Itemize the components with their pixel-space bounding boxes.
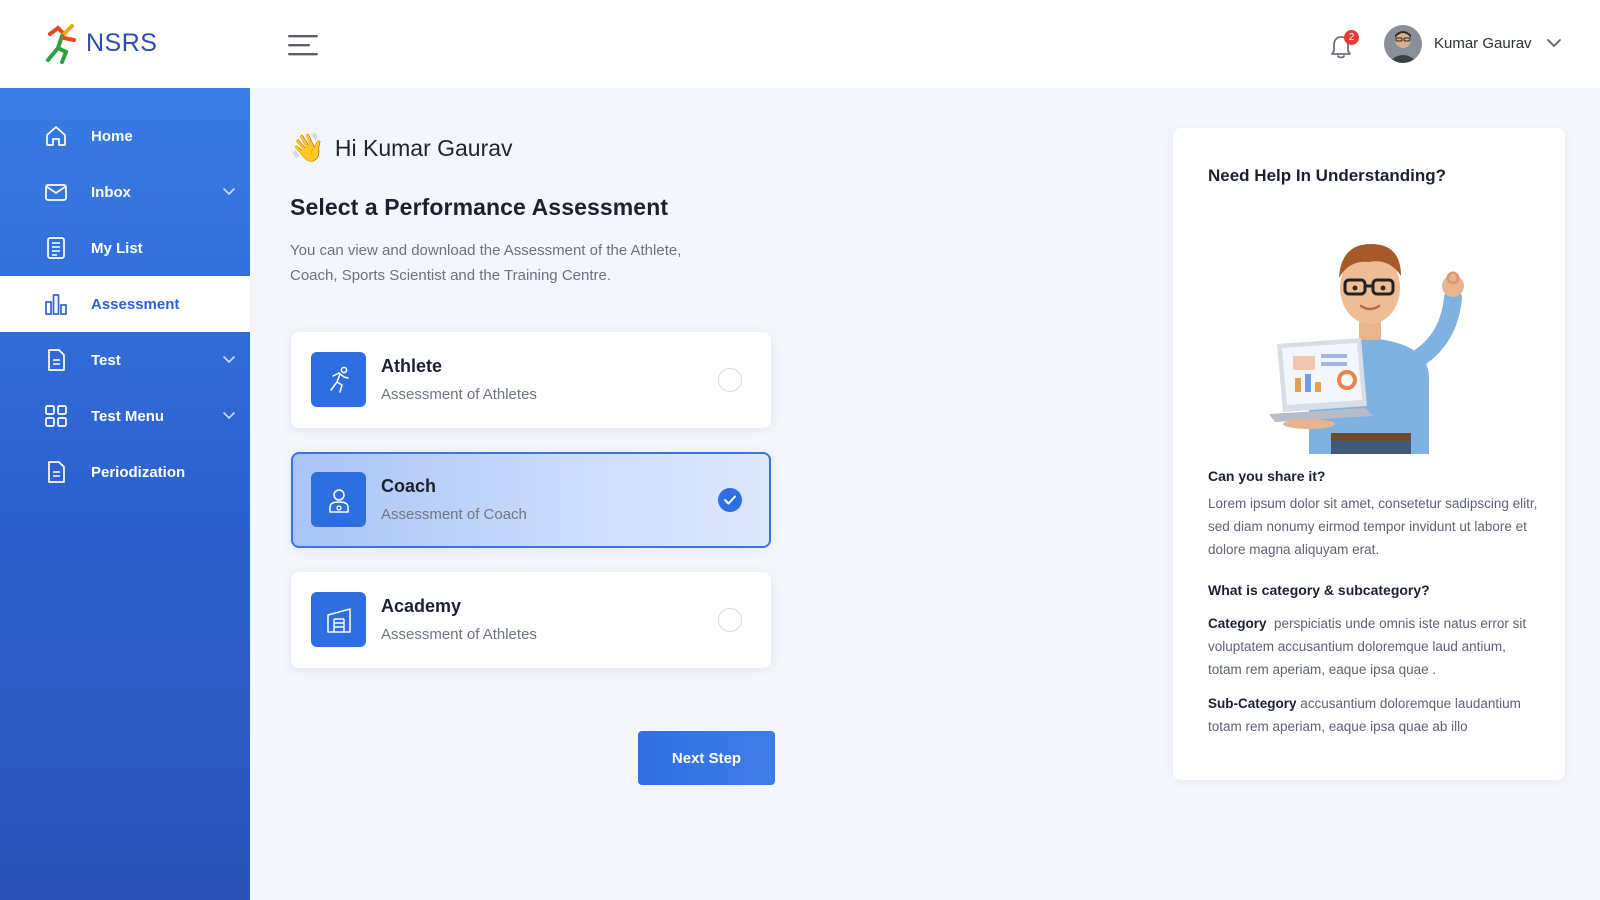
app-logo[interactable]: NSRS xyxy=(44,22,157,64)
radio-athlete[interactable] xyxy=(718,368,742,392)
card-subtitle: Assessment of Athletes xyxy=(381,626,537,643)
avatar-photo xyxy=(1384,25,1422,63)
notification-badge: 2 xyxy=(1344,30,1359,45)
waving-hand-icon: 👋 xyxy=(290,132,325,163)
sidebar-item-home[interactable]: Home xyxy=(0,108,250,164)
option-card-coach[interactable]: Coach Assessment of Coach xyxy=(291,452,771,548)
runner-logo-icon xyxy=(46,24,76,64)
sidebar-item-test-menu[interactable]: Test Menu xyxy=(0,388,250,444)
next-step-button[interactable]: Next Step xyxy=(638,731,775,785)
grid-icon xyxy=(45,405,67,427)
document-icon xyxy=(48,461,65,483)
sidebar-item-periodization[interactable]: Periodization xyxy=(0,444,250,500)
man-with-laptop-illustration xyxy=(1269,244,1464,454)
card-subtitle: Assessment of Athletes xyxy=(381,386,537,403)
option-card-academy[interactable]: Academy Assessment of Athletes xyxy=(291,572,771,668)
building-icon xyxy=(326,607,351,633)
sidebar-item-label: Assessment xyxy=(91,295,180,313)
card-icon-tile xyxy=(311,472,366,527)
help-panel: Need Help In Understanding? Can you shar… xyxy=(1173,128,1565,780)
category-label: Category xyxy=(1208,616,1267,631)
hamburger-menu-icon[interactable] xyxy=(288,34,318,56)
help-title: Need Help In Understanding? xyxy=(1208,166,1447,185)
card-title: Coach xyxy=(381,476,437,496)
chevron-down-icon[interactable] xyxy=(222,411,236,421)
sidebar-item-test[interactable]: Test xyxy=(0,332,250,388)
logo-text: NSRS xyxy=(86,28,158,57)
greeting-text: Hi Kumar Gaurav xyxy=(334,134,513,161)
checkmark-icon xyxy=(724,495,736,505)
sidebar: Home Inbox My List Assessment Test Test … xyxy=(0,88,250,900)
option-card-athlete[interactable]: Athlete Assessment of Athletes xyxy=(291,332,771,428)
user-avatar[interactable] xyxy=(1384,25,1422,63)
home-icon xyxy=(46,126,66,146)
greeting: 👋 Hi Kumar Gaurav xyxy=(290,134,513,162)
top-header: NSRS 2 Kumar Gaurav xyxy=(0,0,1600,88)
sidebar-item-label: Test xyxy=(91,351,121,369)
sidebar-item-label: My List xyxy=(91,239,143,257)
notification-button[interactable]: 2 xyxy=(1330,30,1359,60)
sidebar-item-assessment[interactable]: Assessment xyxy=(0,276,250,332)
help-question: What is category & subcategory? xyxy=(1208,582,1430,598)
card-title: Academy xyxy=(381,596,462,616)
sidebar-item-label: Periodization xyxy=(91,463,186,481)
radio-coach[interactable] xyxy=(718,488,742,512)
document-icon xyxy=(48,349,65,371)
help-answer: Lorem ipsum dolor sit amet, consetetur s… xyxy=(1208,496,1538,557)
chevron-down-icon[interactable] xyxy=(222,187,236,197)
radio-academy[interactable] xyxy=(718,608,742,632)
sidebar-item-label: Home xyxy=(91,127,133,145)
chevron-down-icon[interactable] xyxy=(222,355,236,365)
page-description: You can view and download the Assessment… xyxy=(290,242,682,284)
running-icon xyxy=(329,366,349,393)
category-paragraph: Category perspiciatis unde omnis iste na… xyxy=(1208,612,1538,681)
user-name[interactable]: Kumar Gaurav xyxy=(1434,35,1532,52)
card-icon-tile xyxy=(311,352,366,407)
sidebar-item-label: Inbox xyxy=(91,183,131,201)
subcategory-label: Sub-Category xyxy=(1208,696,1297,711)
sidebar-item-label: Test Menu xyxy=(91,407,165,425)
help-question: Can you share it? xyxy=(1208,468,1326,484)
card-title: Athlete xyxy=(381,356,443,376)
bar-chart-icon xyxy=(45,294,67,315)
sidebar-item-my-list[interactable]: My List xyxy=(0,220,250,276)
chevron-down-icon[interactable] xyxy=(1546,37,1562,49)
mail-icon xyxy=(45,184,67,201)
card-icon-tile xyxy=(311,592,366,647)
page-title: Select a Performance Assessment xyxy=(290,194,669,220)
list-icon xyxy=(47,237,65,259)
card-subtitle: Assessment of Coach xyxy=(381,506,527,523)
subcategory-paragraph: Sub-Category accusantium doloremque laud… xyxy=(1208,692,1538,738)
sidebar-item-inbox[interactable]: Inbox xyxy=(0,164,250,220)
coach-icon xyxy=(328,488,349,513)
